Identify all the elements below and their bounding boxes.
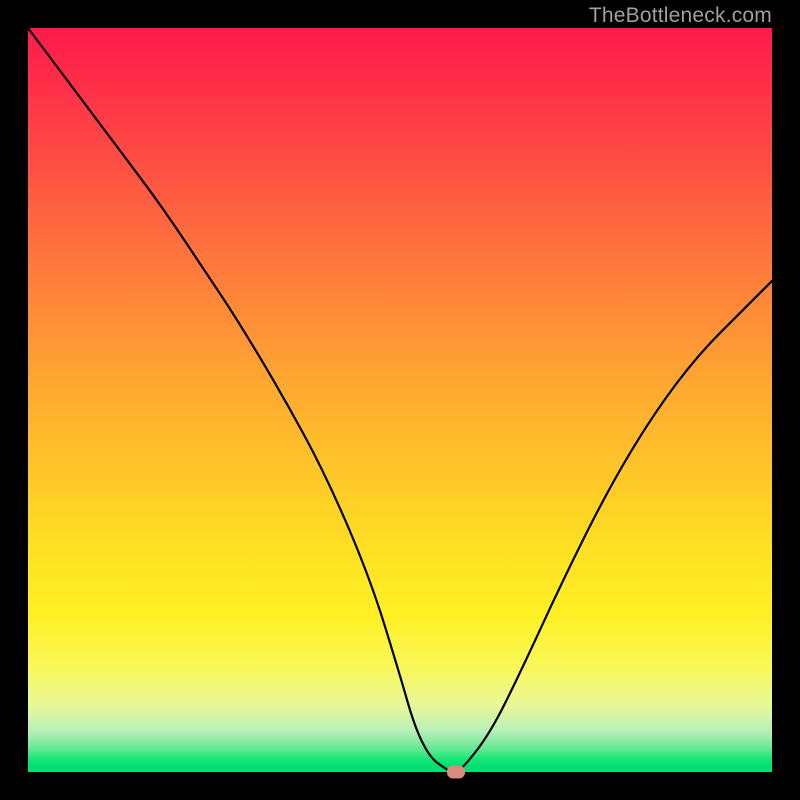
optimum-marker-icon: [447, 766, 465, 779]
chart-frame: TheBottleneck.com: [0, 0, 800, 800]
watermark-label: TheBottleneck.com: [589, 4, 772, 28]
plot-area: [28, 28, 772, 772]
bottleneck-curve: [28, 28, 772, 772]
